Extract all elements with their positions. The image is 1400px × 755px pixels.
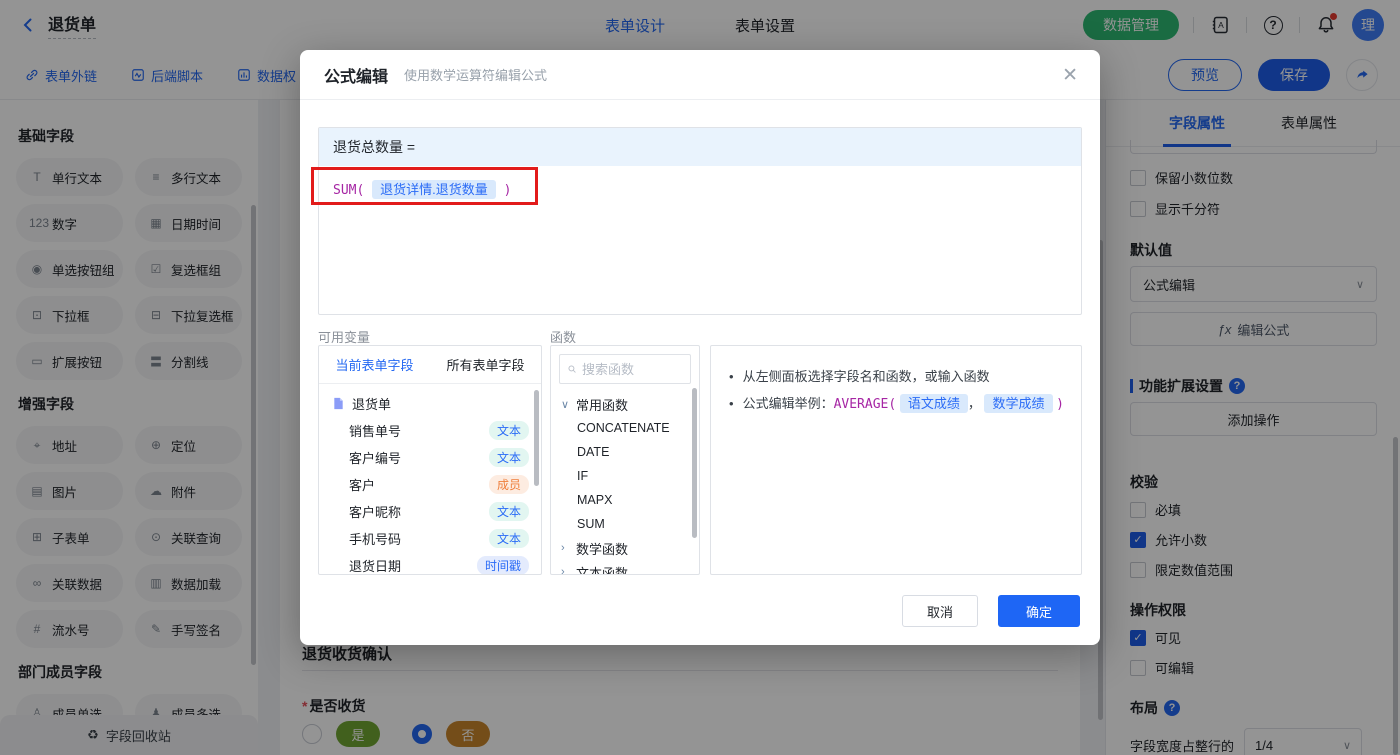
function-group-label: 常用函数 [576, 397, 629, 413]
type-badge-文本: 文本 [488, 502, 529, 521]
functions-scrollbar[interactable] [692, 388, 697, 538]
function-search-input[interactable] [582, 361, 682, 377]
modal-title: 公式编辑 [324, 68, 389, 86]
variable-name: 手机号码 [349, 532, 402, 547]
field-chip[interactable]: 退货详情.退货数量 [372, 180, 496, 199]
app-root: 退货单 表单设计 表单设置 数据管理 A ? 理 表单外链 后端脚本 数据权 预览 保… [0, 0, 1400, 755]
type-badge-时间戳: 时间戳 [476, 556, 529, 574]
variable-root-label: 退货单 [352, 397, 392, 412]
variable-客户编号[interactable]: 客户编号 文本 [319, 444, 541, 471]
type-badge-文本: 文本 [488, 529, 529, 548]
tip-example-line: • 公式编辑举例：AVERAGE( 语文成绩， 数学成绩 ) [729, 394, 1064, 413]
variable-name: 客户 [349, 478, 376, 493]
variable-退货日期[interactable]: 退货日期 时间戳 [319, 552, 541, 574]
modal-header: 公式编辑 使用数学运算符编辑公式 ✕ [300, 50, 1100, 100]
function-group-常用函数[interactable]: ∨ 常用函数 [551, 392, 699, 416]
functions-label: 函数 [550, 330, 577, 345]
variables-list: 退货单 销售单号 文本 客户编号 文本 客户 成员 客户昵称 文本 手机号码 文本 退货日期 时间戳 [319, 384, 541, 574]
variable-name: 客户昵称 [349, 505, 402, 520]
function-tree: ∨ 常用函数 CONCATENATE DATE IF MAPX SUM › 数学函数 › 文本函数 [551, 392, 699, 575]
functions-panel: ∨ 常用函数 CONCATENATEDATEIFMAPXSUM › 数学函数 › 文本函数 [550, 345, 700, 575]
example-chip: 数学成绩 [984, 394, 1053, 413]
function-group-label: 文本函数 [576, 565, 629, 575]
variable-客户[interactable]: 客户 成员 [319, 471, 541, 498]
function-IF[interactable]: IF [551, 464, 699, 488]
function-group-数学函数[interactable]: › 数学函数 [551, 536, 699, 560]
tips-panel: • 从左侧面板选择字段名和函数，或输入函数 • 公式编辑举例：AVERAGE( 语文… [710, 345, 1082, 575]
variables-tab-所有表单字段[interactable]: 所有表单字段 [430, 346, 541, 383]
chevron-right-icon: › [561, 542, 565, 554]
function-search [559, 354, 691, 384]
file-icon [332, 397, 345, 410]
function-MAPX[interactable]: MAPX [551, 488, 699, 512]
variable-手机号码[interactable]: 手机号码 文本 [319, 525, 541, 552]
function-CONCATENATE[interactable]: CONCATENATE [551, 416, 699, 440]
variable-客户昵称[interactable]: 客户昵称 文本 [319, 498, 541, 525]
function-group-label: 数学函数 [576, 541, 629, 557]
function-SUM[interactable]: SUM [551, 512, 699, 536]
variables-tab-当前表单字段[interactable]: 当前表单字段 [319, 346, 430, 383]
confirm-button[interactable]: 确定 [998, 595, 1080, 627]
search-icon [568, 365, 576, 373]
variables-label: 可用变量 [318, 330, 371, 345]
close-icon[interactable]: ✕ [1062, 64, 1078, 87]
chevron-down-icon: ∨ [561, 398, 570, 411]
variables-scrollbar[interactable] [534, 390, 539, 486]
type-badge-文本: 文本 [488, 448, 529, 467]
modal-subtitle: 使用数学运算符编辑公式 [404, 68, 548, 83]
type-badge-成员: 成员 [488, 475, 529, 494]
cancel-button[interactable]: 取消 [902, 595, 978, 627]
tip-line: • 从左侧面板选择字段名和函数，或输入函数 [729, 369, 990, 384]
variable-销售单号[interactable]: 销售单号 文本 [319, 417, 541, 444]
variables-panel: 当前表单字段 所有表单字段 退货单 销售单号 文本 客户编号 文本 客户 成员 客户昵称 文本 手机… [318, 345, 542, 575]
formula-editor-modal: 公式编辑 使用数学运算符编辑公式 ✕ 退货总数量 = SUM( 退货详情.退货数… [300, 50, 1100, 645]
function-DATE[interactable]: DATE [551, 440, 699, 464]
variables-tabs: 当前表单字段 所有表单字段 [319, 346, 541, 384]
formula-editor[interactable]: 退货总数量 = SUM( 退货详情.退货数量 ) [318, 127, 1082, 315]
formula-expression[interactable]: SUM( 退货详情.退货数量 ) [319, 166, 1081, 211]
function-group-文本函数[interactable]: › 文本函数 [551, 560, 699, 575]
example-chip: 语文成绩 [899, 394, 968, 413]
formula-target: 退货总数量 = [319, 128, 1081, 166]
variable-name: 客户编号 [349, 451, 402, 466]
variable-name: 销售单号 [349, 424, 402, 439]
variable-root[interactable]: 退货单 [319, 390, 541, 417]
type-badge-文本: 文本 [488, 421, 529, 440]
variable-name: 退货日期 [349, 559, 402, 574]
chevron-right-icon: › [561, 566, 565, 575]
modal-footer: 取消 确定 [902, 595, 1080, 627]
